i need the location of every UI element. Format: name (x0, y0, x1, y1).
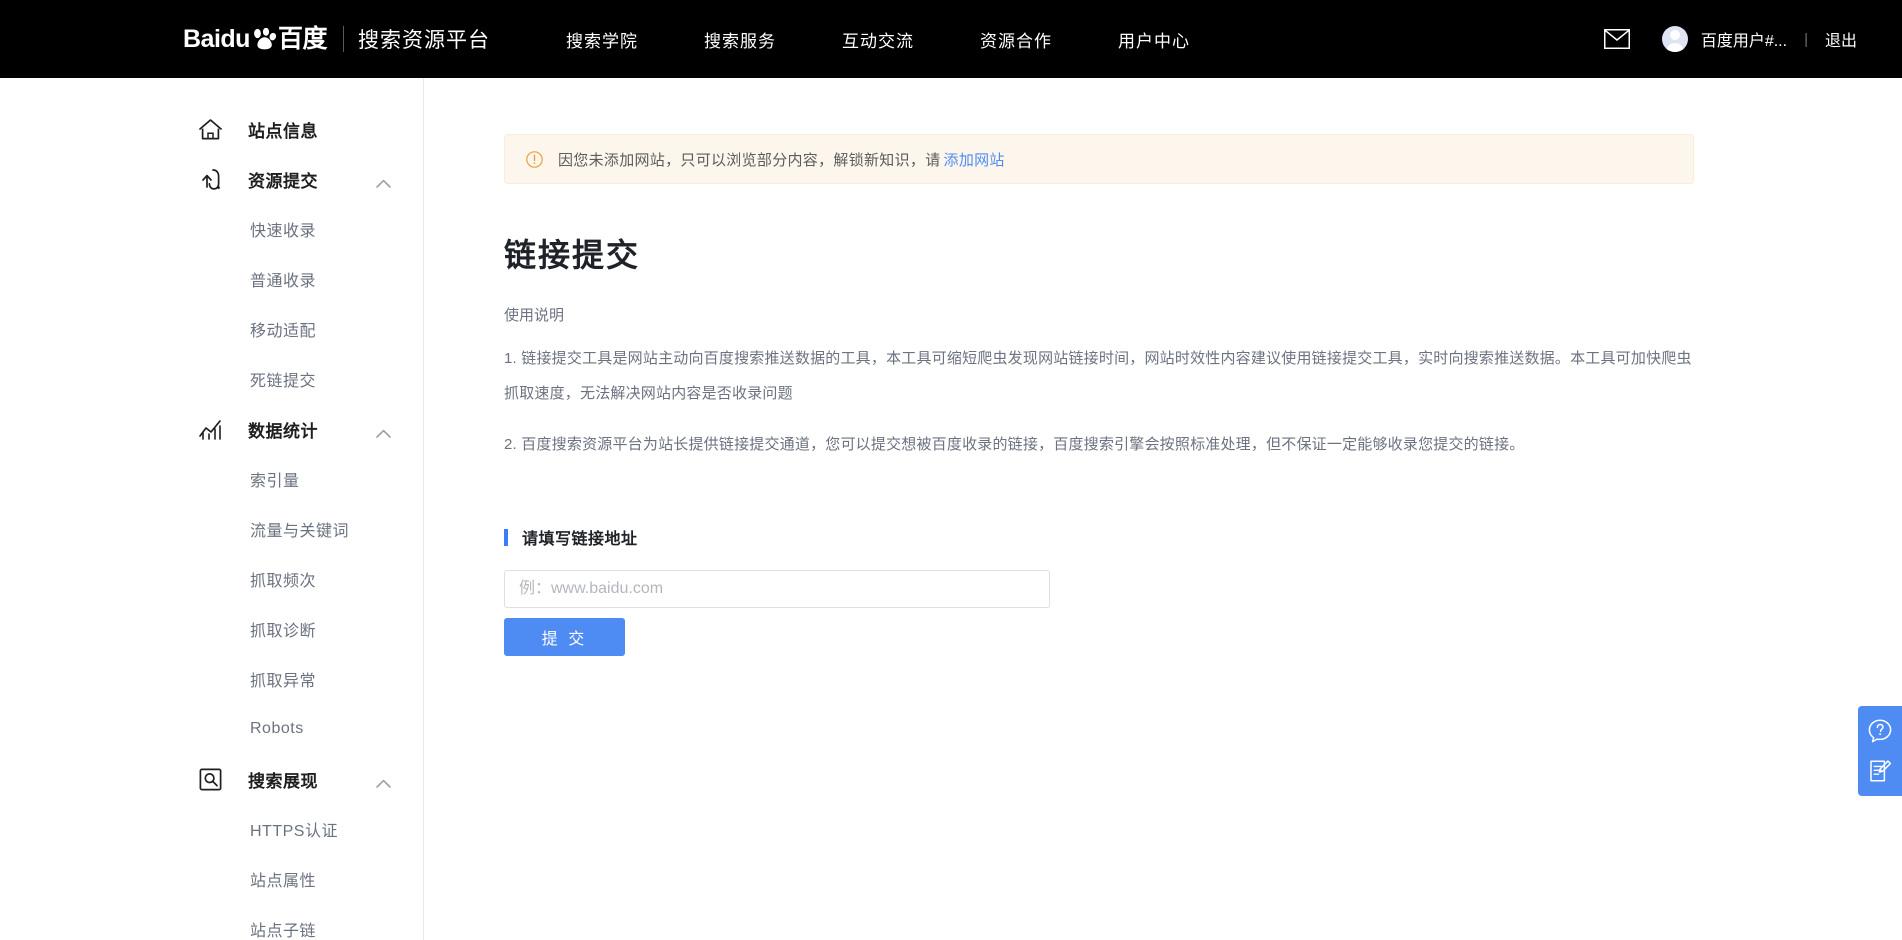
logo-text-en: Baidu (183, 24, 250, 53)
sidebar-group-label: 数据统计 (248, 421, 318, 441)
sidebar-item-robots[interactable]: Robots (0, 704, 423, 754)
nav-item-resource-coop[interactable]: 资源合作 (947, 27, 1085, 52)
logo-divider (342, 26, 344, 52)
upload-icon (197, 166, 223, 192)
sidebar-group-data-stats[interactable]: 数据统计 (0, 404, 423, 454)
sidebar-item-normal-index[interactable]: 普通收录 (0, 254, 423, 304)
username-label[interactable]: 百度用户#... (1701, 27, 1787, 51)
help-question-icon[interactable] (1867, 718, 1893, 744)
sidebar-item-crawl-errors[interactable]: 抓取异常 (0, 654, 423, 704)
nav-item-search-service[interactable]: 搜索服务 (671, 27, 809, 52)
sidebar-group-search-display[interactable]: 搜索展现 (0, 754, 423, 804)
sidebar-item-traffic-keywords[interactable]: 流量与关键词 (0, 504, 423, 554)
chevron-up-icon[interactable] (376, 775, 391, 788)
usage-paragraph-2: 2. 百度搜索资源平台为站长提供链接提交通道，您可以提交想被百度收录的链接，百度… (504, 436, 1525, 453)
search-box-icon (197, 766, 223, 792)
sidebar-item-mobile-adapt[interactable]: 移动适配 (0, 304, 423, 354)
page-title: 链接提交 (504, 237, 641, 273)
sidebar-item-index-volume[interactable]: 索引量 (0, 454, 423, 504)
paw-icon (251, 28, 277, 50)
sidebar-item-site-sublinks[interactable]: 站点子链 (0, 904, 423, 940)
logo-mark: Baidu 百度 (183, 24, 328, 53)
usage-paragraph-1: 1. 链接提交工具是网站主动向百度搜索推送数据的工具，本工具可缩短爬虫发现网站链… (504, 350, 1692, 402)
usage-instructions-label: 使用说明 (504, 307, 565, 324)
nav-item-user-center[interactable]: 用户中心 (1085, 27, 1223, 52)
mail-icon[interactable] (1603, 29, 1630, 49)
feedback-edit-icon[interactable] (1867, 758, 1893, 784)
home-icon (197, 116, 223, 142)
link-url-input[interactable] (504, 570, 1050, 608)
nav-item-interaction[interactable]: 互动交流 (809, 27, 947, 52)
chart-icon (197, 416, 223, 442)
sidebar-item-crawl-frequency[interactable]: 抓取频次 (0, 554, 423, 604)
top-navigation-bar: Baidu 百度 搜索资源平台 搜索学院 搜索服务 互动交流 资源合作 用户中心 (0, 0, 1902, 78)
sidebar-group-site-info[interactable]: 站点信息 (0, 104, 423, 154)
warning-circle-icon (526, 150, 543, 168)
main-content: 因您未添加网站，只可以浏览部分内容，解锁新知识，请 添加网站 链接提交 使用说明… (424, 78, 1902, 940)
baidu-logo[interactable]: Baidu 百度 搜索资源平台 (183, 0, 490, 78)
submit-button[interactable]: 提 交 (504, 618, 625, 656)
logout-button[interactable]: 退出 (1825, 27, 1857, 51)
avatar[interactable] (1661, 26, 1688, 52)
sidebar-group-resource-submit[interactable]: 资源提交 (0, 154, 423, 204)
sidebar-item-site-attributes[interactable]: 站点属性 (0, 854, 423, 904)
add-site-link[interactable]: 添加网站 (944, 149, 1005, 170)
chevron-up-icon[interactable] (376, 425, 391, 438)
sidebar-group-label: 资源提交 (248, 171, 318, 191)
sidebar-group-label: 搜索展现 (248, 771, 318, 791)
page-layout: 站点信息 资源提交 快速收录 普通收录 移动适配 死链提交 数据统计 索引量 流… (0, 78, 1902, 940)
nav-item-search-academy[interactable]: 搜索学院 (533, 27, 671, 52)
form-section-header: 请填写链接地址 (504, 525, 1902, 549)
main-nav: 搜索学院 搜索服务 互动交流 资源合作 用户中心 (533, 0, 1223, 78)
sidebar-group-label: 站点信息 (248, 121, 318, 141)
chevron-up-icon[interactable] (376, 175, 391, 188)
logo-text-cn: 百度 (277, 24, 328, 53)
alert-text: 因您未添加网站，只可以浏览部分内容，解锁新知识，请 (558, 151, 941, 169)
topbar-separator: | (1804, 30, 1808, 48)
sidebar-item-https-cert[interactable]: HTTPS认证 (0, 804, 423, 854)
sidebar-item-crawl-diagnosis[interactable]: 抓取诊断 (0, 604, 423, 654)
sidebar-item-fast-index[interactable]: 快速收录 (0, 204, 423, 254)
platform-name: 搜索资源平台 (357, 29, 490, 52)
topbar-right-cluster: 百度用户#... | 退出 (1603, 0, 1857, 78)
sidebar: 站点信息 资源提交 快速收录 普通收录 移动适配 死链提交 数据统计 索引量 流… (0, 78, 424, 940)
sidebar-item-dead-link-submit[interactable]: 死链提交 (0, 354, 423, 404)
floating-help-widget (1858, 706, 1902, 796)
section-accent-bar (504, 528, 508, 546)
no-site-alert-banner: 因您未添加网站，只可以浏览部分内容，解锁新知识，请 添加网站 (504, 134, 1694, 184)
form-section-label: 请填写链接地址 (522, 531, 638, 548)
